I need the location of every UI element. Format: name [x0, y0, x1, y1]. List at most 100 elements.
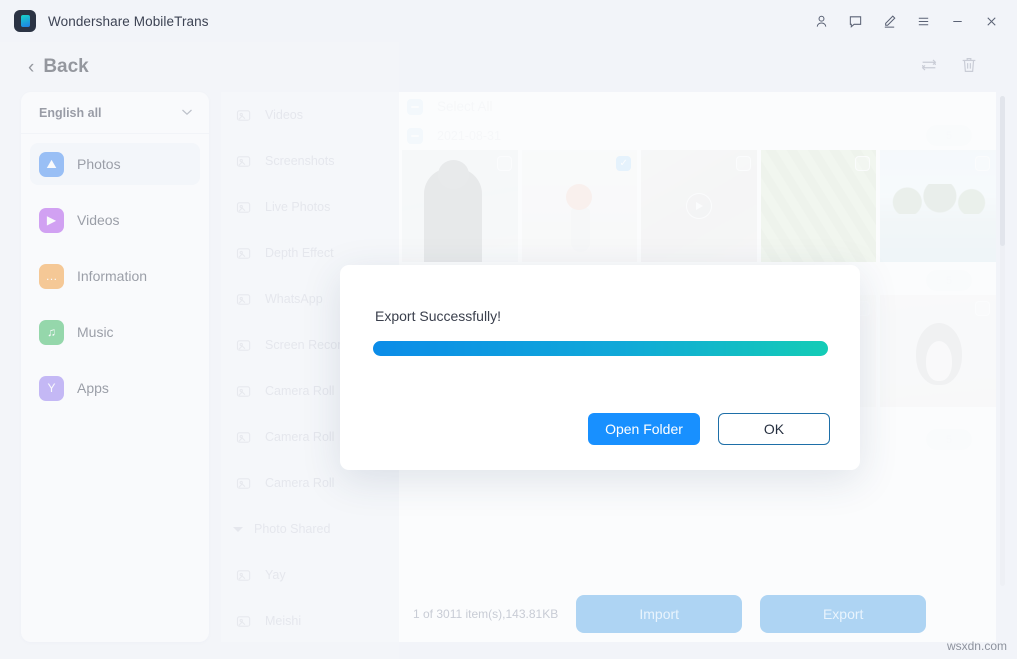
- category-item-live-photos[interactable]: Live Photos: [221, 184, 399, 230]
- category-item-label: Yay: [265, 568, 286, 582]
- collapse-triangle-icon: [233, 527, 243, 532]
- thumb-totoro[interactable]: [880, 295, 996, 407]
- date-group-checkbox[interactable]: [407, 128, 423, 144]
- dialog-message: Export Successfully!: [375, 308, 501, 324]
- videos-icon: ▶: [39, 208, 64, 233]
- category-item-label: WhatsApp: [265, 292, 323, 306]
- sidebar-item-videos[interactable]: ▶Videos: [30, 199, 200, 241]
- category-item-label: Camera Roll: [265, 384, 334, 398]
- export-success-dialog: Export Successfully! Open Folder OK: [340, 265, 860, 470]
- category-item-meishi[interactable]: Meishi: [221, 598, 399, 644]
- category-group-label: Photo Shared: [254, 522, 330, 536]
- back-label: Back: [43, 56, 88, 78]
- vertical-scrollbar[interactable]: [1000, 96, 1005, 586]
- image-stack-icon: [236, 568, 253, 583]
- date-group-badge: 5: [926, 270, 972, 291]
- minimize-icon[interactable]: [941, 6, 973, 36]
- category-group-photo-shared[interactable]: Photo Shared: [221, 506, 399, 552]
- language-dropdown[interactable]: English all: [21, 92, 209, 134]
- category-item-screenshots[interactable]: Screenshots: [221, 138, 399, 184]
- refresh-icon[interactable]: [919, 55, 939, 80]
- progress-bar-fill: [373, 341, 828, 356]
- thumb-flowers[interactable]: ✓: [522, 150, 638, 262]
- category-item-videos[interactable]: Videos: [221, 92, 399, 138]
- category-item-label: Live Photos: [265, 200, 330, 214]
- play-icon[interactable]: [686, 193, 712, 219]
- date-group-badge: 5: [926, 125, 972, 146]
- app-logo-icon: [14, 10, 36, 32]
- header-tools: [919, 55, 1017, 80]
- edit-icon[interactable]: [873, 6, 905, 36]
- select-all-label: Select All: [437, 99, 493, 114]
- thumb-plants[interactable]: [761, 150, 877, 262]
- menu-icon[interactable]: [907, 6, 939, 36]
- image-stack-icon: [236, 292, 253, 307]
- status-text: 1 of 3011 item(s),143.81KB: [413, 607, 558, 621]
- title-bar: Wondershare MobileTrans: [0, 0, 1017, 42]
- sidebar-item-photos[interactable]: ⛰ Photos: [30, 143, 200, 185]
- window-controls: [805, 6, 1017, 36]
- app-title: Wondershare MobileTrans: [48, 14, 209, 29]
- ok-button[interactable]: OK: [718, 413, 830, 445]
- thumb-person[interactable]: [402, 150, 518, 262]
- thumbnail-checkbox[interactable]: [497, 156, 512, 171]
- image-stack-icon: [236, 614, 253, 629]
- live-photo-icon: [236, 200, 253, 215]
- sidebar-item-label: Photos: [77, 156, 121, 172]
- delete-icon[interactable]: [959, 55, 979, 80]
- open-folder-button[interactable]: Open Folder: [588, 413, 700, 445]
- close-icon[interactable]: [975, 6, 1007, 36]
- image-stack-icon: [236, 430, 253, 445]
- photos-icon: ⛰: [39, 152, 64, 177]
- progress-bar: [373, 341, 828, 356]
- thumb-beach[interactable]: [880, 150, 996, 262]
- account-icon[interactable]: [805, 6, 837, 36]
- application-window: Wondershare MobileTrans: [0, 0, 1017, 659]
- scrollbar-thumb[interactable]: [1000, 96, 1005, 246]
- date-group-badge: 5: [926, 429, 972, 450]
- date-group-header[interactable]: 2021-08-31 5: [399, 121, 996, 150]
- image-stack-icon: [236, 246, 253, 261]
- back-chevron-icon: ‹: [28, 58, 34, 77]
- back-button[interactable]: ‹ Back: [28, 56, 89, 78]
- thumbnail-checkbox[interactable]: [975, 301, 990, 316]
- language-label: English all: [39, 106, 102, 120]
- bottom-bar: 1 of 3011 item(s),143.81KB Import Export: [399, 585, 996, 642]
- sidebar-item-label: Music: [77, 324, 114, 340]
- date-group-label: 2021-08-31: [437, 129, 501, 143]
- video-camera-icon: [236, 108, 253, 123]
- sidebar-item-information[interactable]: … Information: [30, 255, 200, 297]
- thumbnail-checkbox[interactable]: [855, 156, 870, 171]
- sidebar-item-label: Apps: [77, 380, 109, 396]
- camera-icon: [236, 154, 253, 169]
- sidebar-item-label: Information: [77, 268, 147, 284]
- sidebar-item-music[interactable]: ♫ Music: [30, 311, 200, 353]
- feedback-icon[interactable]: [839, 6, 871, 36]
- image-stack-icon: [236, 338, 253, 353]
- page-header: ‹ Back: [0, 42, 1017, 92]
- thumbnail-checkbox[interactable]: [736, 156, 751, 171]
- thumbnail-grid: ✓: [399, 150, 996, 262]
- category-item-label: Camera Roll: [265, 476, 334, 490]
- category-item-label: Depth Effect: [265, 246, 334, 260]
- information-icon: …: [39, 264, 64, 289]
- thumbnail-checkbox[interactable]: ✓: [616, 156, 631, 171]
- thumbnail-checkbox[interactable]: [975, 156, 990, 171]
- category-item-yay[interactable]: Yay: [221, 552, 399, 598]
- music-icon: ♫: [39, 320, 64, 345]
- category-item-label: Screenshots: [265, 154, 334, 168]
- export-button[interactable]: Export: [760, 595, 926, 633]
- select-all-row[interactable]: Select All: [399, 92, 996, 121]
- select-all-checkbox[interactable]: [407, 99, 423, 115]
- thumb-video-1[interactable]: [641, 150, 757, 262]
- category-item-label: Meishi: [265, 614, 301, 628]
- chevron-down-icon: [181, 107, 193, 119]
- category-item-label: Camera Roll: [265, 430, 334, 444]
- apps-icon: Y: [39, 376, 64, 401]
- watermark: wsxdn.com: [947, 639, 1007, 653]
- sidebar-nav: ⛰ Photos ▶Videos … Information ♫ Music Y Apps: [21, 134, 209, 409]
- image-stack-icon: [236, 384, 253, 399]
- import-button[interactable]: Import: [576, 595, 742, 633]
- image-stack-icon: [236, 476, 253, 491]
- sidebar-item-apps[interactable]: Y Apps: [30, 367, 200, 409]
